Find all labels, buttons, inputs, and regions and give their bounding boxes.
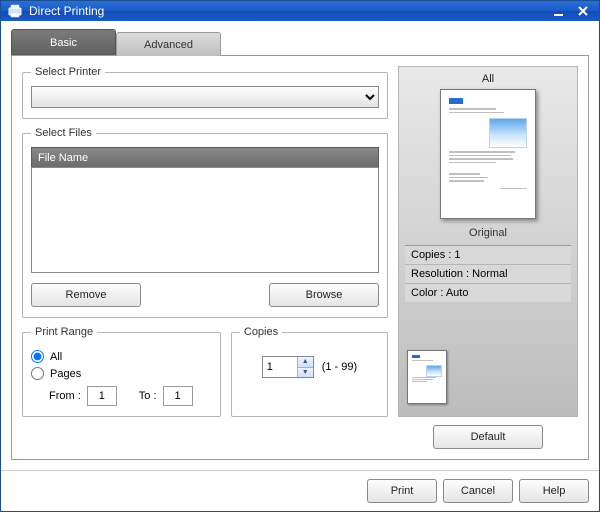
- window: Direct Printing Basic Advanced Select Pr…: [0, 0, 600, 512]
- remove-button-label: Remove: [66, 289, 107, 301]
- minimize-button[interactable]: [549, 2, 569, 20]
- titlebar: Direct Printing: [1, 1, 599, 21]
- default-button-label: Default: [471, 431, 506, 443]
- preview-color: Color : Auto: [405, 284, 571, 302]
- print-button[interactable]: Print: [367, 479, 437, 503]
- preview-title: All: [405, 73, 571, 85]
- preview-copies: Copies : 1: [405, 246, 571, 265]
- help-button[interactable]: Help: [519, 479, 589, 503]
- cancel-button[interactable]: Cancel: [443, 479, 513, 503]
- printer-dropdown[interactable]: [31, 86, 379, 108]
- preview-page-thumb: [440, 89, 536, 219]
- help-button-label: Help: [543, 485, 566, 497]
- default-button[interactable]: Default: [433, 425, 543, 449]
- to-label: To :: [139, 390, 157, 402]
- remove-button[interactable]: Remove: [31, 283, 141, 307]
- group-print-range: Print Range All Pages From : To :: [22, 326, 221, 417]
- files-column-header[interactable]: File Name: [31, 147, 379, 167]
- tab-advanced-label: Advanced: [144, 39, 193, 51]
- select-printer-legend: Select Printer: [31, 66, 105, 78]
- from-label: From :: [49, 390, 81, 402]
- app-icon: [7, 3, 23, 19]
- tab-basic-label: Basic: [50, 37, 77, 49]
- window-title: Direct Printing: [29, 4, 545, 18]
- preview-meta: Copies : 1 Resolution : Normal Color : A…: [405, 245, 571, 302]
- print-button-label: Print: [391, 485, 414, 497]
- range-all-label: All: [50, 351, 62, 363]
- group-copies: Copies ▲ ▼ (1 - 99): [231, 326, 388, 417]
- to-input[interactable]: [163, 386, 193, 406]
- content: Basic Advanced Select Printer Select Fil…: [1, 21, 599, 470]
- select-files-legend: Select Files: [31, 127, 96, 139]
- copies-spin-up[interactable]: ▲: [298, 357, 313, 368]
- range-pages-label: Pages: [50, 368, 81, 380]
- print-range-legend: Print Range: [31, 326, 97, 338]
- tabstrip: Basic Advanced: [11, 29, 589, 55]
- preview-resolution: Resolution : Normal: [405, 265, 571, 284]
- range-all-radio[interactable]: [31, 350, 44, 363]
- tab-basic[interactable]: Basic: [11, 29, 116, 55]
- files-col-filename: File Name: [38, 152, 88, 164]
- from-input[interactable]: [87, 386, 117, 406]
- dialog-button-bar: Print Cancel Help: [1, 470, 599, 511]
- group-select-printer: Select Printer: [22, 66, 388, 119]
- copies-spin-down[interactable]: ▼: [298, 368, 313, 378]
- copies-hint: (1 - 99): [322, 361, 357, 373]
- copies-input[interactable]: [263, 357, 297, 377]
- files-list[interactable]: [31, 167, 379, 273]
- browse-button-label: Browse: [306, 289, 343, 301]
- group-select-files: Select Files File Name Remove Browse: [22, 127, 388, 318]
- preview-caption: Original: [405, 227, 571, 239]
- copies-legend: Copies: [240, 326, 282, 338]
- tab-advanced[interactable]: Advanced: [116, 32, 221, 56]
- copies-spinner[interactable]: ▲ ▼: [262, 356, 314, 378]
- close-button[interactable]: [573, 2, 593, 20]
- range-pages-row[interactable]: Pages: [31, 367, 212, 380]
- orientation-thumb: [407, 350, 447, 404]
- range-all-row[interactable]: All: [31, 350, 212, 363]
- cancel-button-label: Cancel: [461, 485, 495, 497]
- tab-body: Select Printer Select Files File Name Re…: [11, 55, 589, 460]
- range-pages-radio[interactable]: [31, 367, 44, 380]
- browse-button[interactable]: Browse: [269, 283, 379, 307]
